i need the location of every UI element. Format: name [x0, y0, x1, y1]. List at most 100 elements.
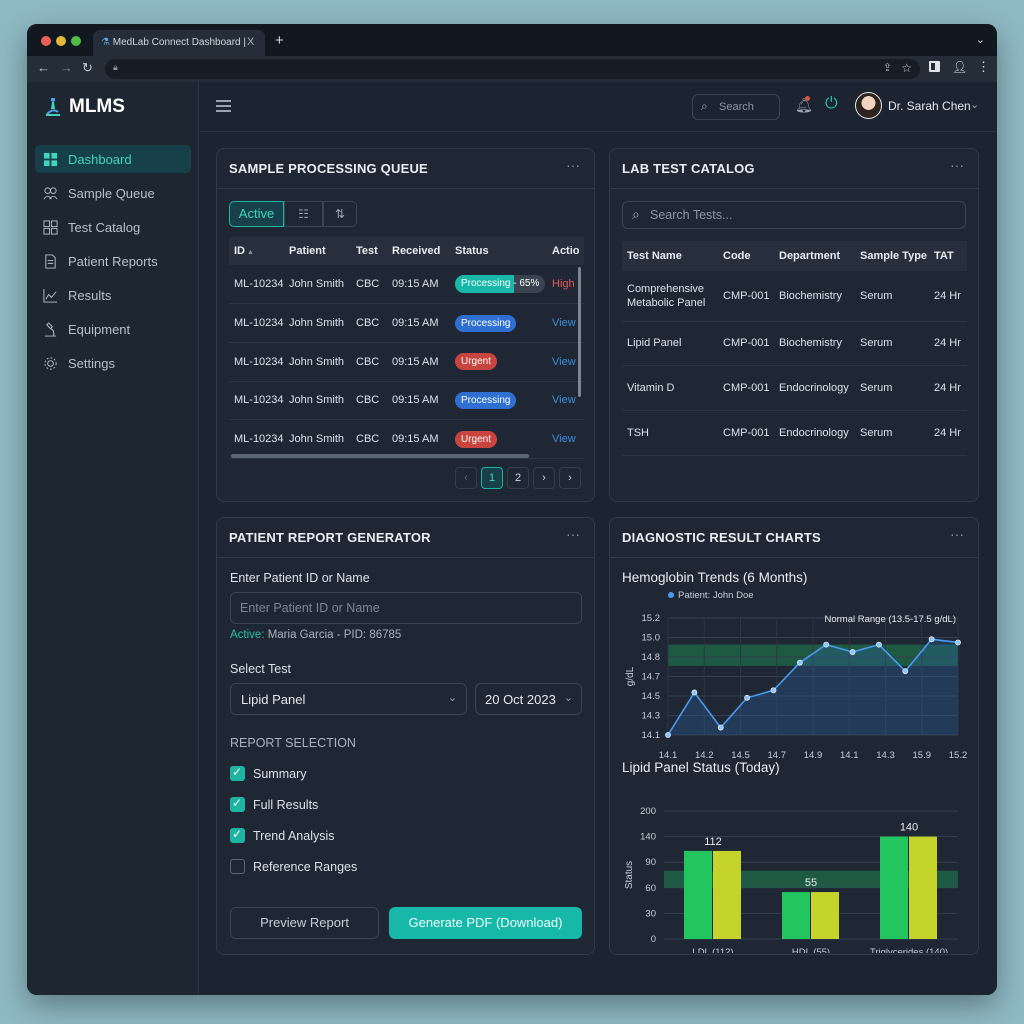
browser-tab[interactable]: ⚗ MedLab Connect Dashboard | [93, 30, 265, 56]
sidebar-item-patient-reports[interactable]: Patient Reports [35, 247, 191, 275]
prev-page-button[interactable]: ‹ [455, 467, 477, 489]
hamburger-menu-icon[interactable] [216, 100, 231, 112]
y-tick-label: 14.8 [642, 652, 661, 663]
app-logo[interactable]: MLMS [43, 96, 125, 118]
reload-button[interactable]: ↻ [82, 60, 93, 76]
tab-close-button[interactable]: X [247, 36, 254, 48]
share-icon[interactable]: ⇪ [883, 61, 892, 74]
option-label[interactable]: Full Results [253, 798, 318, 812]
checkbox-summary[interactable]: ✓ [230, 765, 245, 781]
data-point [902, 668, 909, 675]
sidebar-item-settings[interactable]: Settings [35, 349, 191, 377]
catalog-row[interactable]: Vitamin D CMP-001 Endocrinology Serum 24 Hr [622, 365, 967, 410]
forward-button[interactable]: → [60, 60, 73, 75]
test-select[interactable]: Lipid Panel ⌄ [230, 683, 467, 715]
minimize-window-button[interactable] [56, 36, 66, 46]
catalog-search-input[interactable]: ⌕ Search Tests... [622, 201, 966, 229]
list-filter-button[interactable]: ☷ [284, 201, 323, 227]
page-2-button[interactable]: 2 [507, 467, 529, 489]
col-tat[interactable]: TAT [934, 241, 967, 271]
table-row[interactable]: ML-10234 John Smith CBC 09:15 AM Urgent View [229, 420, 584, 459]
col-received[interactable]: Received [392, 237, 455, 265]
catalog-row[interactable]: Lipid Panel CMP-001 Biochemistry Serum 24 Hr [622, 321, 967, 365]
checkbox-trend-analysis[interactable]: ✓ [230, 827, 245, 843]
option-label[interactable]: Trend Analysis [253, 829, 335, 843]
table-row[interactable]: ML-10234 John Smith CBC 09:15 AM Processing V… [229, 304, 584, 343]
power-icon[interactable]: ⏻ [825, 95, 838, 113]
sidebar-item-dashboard[interactable]: Dashboard [35, 145, 191, 173]
date-select[interactable]: 20 Oct 2023 ⌄ [475, 683, 582, 715]
bar [880, 836, 908, 939]
cell-patient: John Smith [289, 394, 345, 407]
sidepanel-icon[interactable] [929, 61, 940, 72]
cell-code: CMP-001 [723, 381, 770, 394]
sidebar-item-sample-queue[interactable]: Sample Queue [35, 179, 191, 207]
catalog-row[interactable]: TSH CMP-001 Endocrinology Serum 24 Hr [622, 410, 967, 455]
sort-button[interactable]: ⇅ [323, 201, 357, 227]
col-department[interactable]: Department [779, 241, 860, 271]
data-point [744, 694, 750, 701]
dashboard-icon [43, 152, 58, 166]
user-menu-chevron-icon[interactable]: ⌄ [970, 98, 979, 111]
option-label[interactable]: Summary [253, 767, 306, 781]
cell-tat: 24 Hr [934, 289, 961, 302]
more-options-icon[interactable]: ··· [566, 157, 580, 173]
col-test[interactable]: Test [356, 237, 392, 265]
col-patient[interactable]: Patient [289, 237, 356, 265]
col-sample-type[interactable]: Sample Type [860, 241, 934, 271]
sidebar: MLMS Dashboard Sample Queue Test Catalog Pa… [27, 82, 199, 995]
option-label[interactable]: Reference Ranges [253, 860, 357, 874]
patient-search-input[interactable]: Enter Patient ID or Name [230, 592, 582, 624]
notification-dot [805, 96, 810, 101]
table-row[interactable]: ML-10234 John Smith CBC 09:15 AM Processing V… [229, 381, 584, 420]
status-progress-text: - 65% [510, 278, 540, 290]
horizontal-scrollbar[interactable] [231, 454, 529, 458]
sidebar-item-equipment[interactable]: Equipment [35, 315, 191, 343]
more-options-icon[interactable]: ··· [950, 157, 964, 173]
new-tab-button[interactable]: + [275, 32, 284, 49]
generate-pdf-button[interactable]: Generate PDF (Download) [389, 907, 582, 939]
col-status[interactable]: Status [455, 237, 552, 265]
col-action[interactable]: Actio [552, 237, 584, 265]
data-point [876, 641, 882, 648]
next-page-button[interactable]: › [533, 467, 555, 489]
cell-status: Urgent [455, 420, 552, 459]
back-button[interactable]: ← [37, 60, 50, 75]
active-prefix: Active: [230, 629, 265, 641]
catalog-search-placeholder: Search Tests... [650, 208, 733, 222]
cell-action[interactable]: View [552, 420, 584, 459]
data-label: 55 [805, 877, 817, 889]
col-code[interactable]: Code [723, 241, 779, 271]
avatar[interactable] [855, 92, 882, 119]
col-test-name[interactable]: Test Name [622, 241, 723, 271]
url-field[interactable]: 🔒︎ ⇪ ☆ [105, 59, 920, 79]
star-icon[interactable]: ☆ [901, 61, 912, 75]
header-search[interactable]: ⌕ Search [692, 94, 780, 120]
profile-icon[interactable]: 👤︎ [952, 60, 967, 74]
close-window-button[interactable] [41, 36, 51, 46]
page-1-button[interactable]: 1 [481, 467, 503, 489]
sidebar-item-results[interactable]: Results [35, 281, 191, 309]
data-point [928, 636, 935, 643]
browser-menu-icon[interactable]: ⋮ [977, 59, 990, 75]
more-options-icon[interactable]: ··· [566, 526, 580, 542]
chevron-down-icon[interactable]: ⌄ [976, 33, 985, 46]
cell-department: Endocrinology [779, 426, 849, 439]
filter-active-button[interactable]: Active [229, 201, 284, 227]
last-page-button[interactable]: › [559, 467, 581, 489]
table-row[interactable]: ML-10234 John Smith CBC 09:15 AM Processing … [229, 265, 584, 304]
checkbox-full-results[interactable]: ✓ [230, 796, 245, 812]
vertical-scrollbar[interactable] [578, 267, 581, 397]
user-name[interactable]: Dr. Sarah Chen [888, 99, 971, 113]
gear-icon [44, 356, 57, 370]
bell-icon[interactable]: 🔔︎ [795, 97, 813, 114]
cell-received: 09:15 AM [392, 278, 439, 291]
maximize-window-button[interactable] [71, 36, 81, 46]
col-id[interactable]: ID ▲ [229, 237, 289, 265]
table-row[interactable]: ML-10234 John Smith CBC 09:15 AM Urgent View [229, 342, 584, 382]
more-options-icon[interactable]: ··· [950, 526, 964, 542]
preview-report-button[interactable]: Preview Report [230, 907, 379, 939]
checkbox-reference-ranges[interactable] [230, 859, 245, 874]
catalog-row[interactable]: Comprehensive Metabolic Panel CMP-001 Bioc… [622, 271, 967, 321]
sidebar-item-test-catalog[interactable]: Test Catalog [35, 213, 191, 241]
